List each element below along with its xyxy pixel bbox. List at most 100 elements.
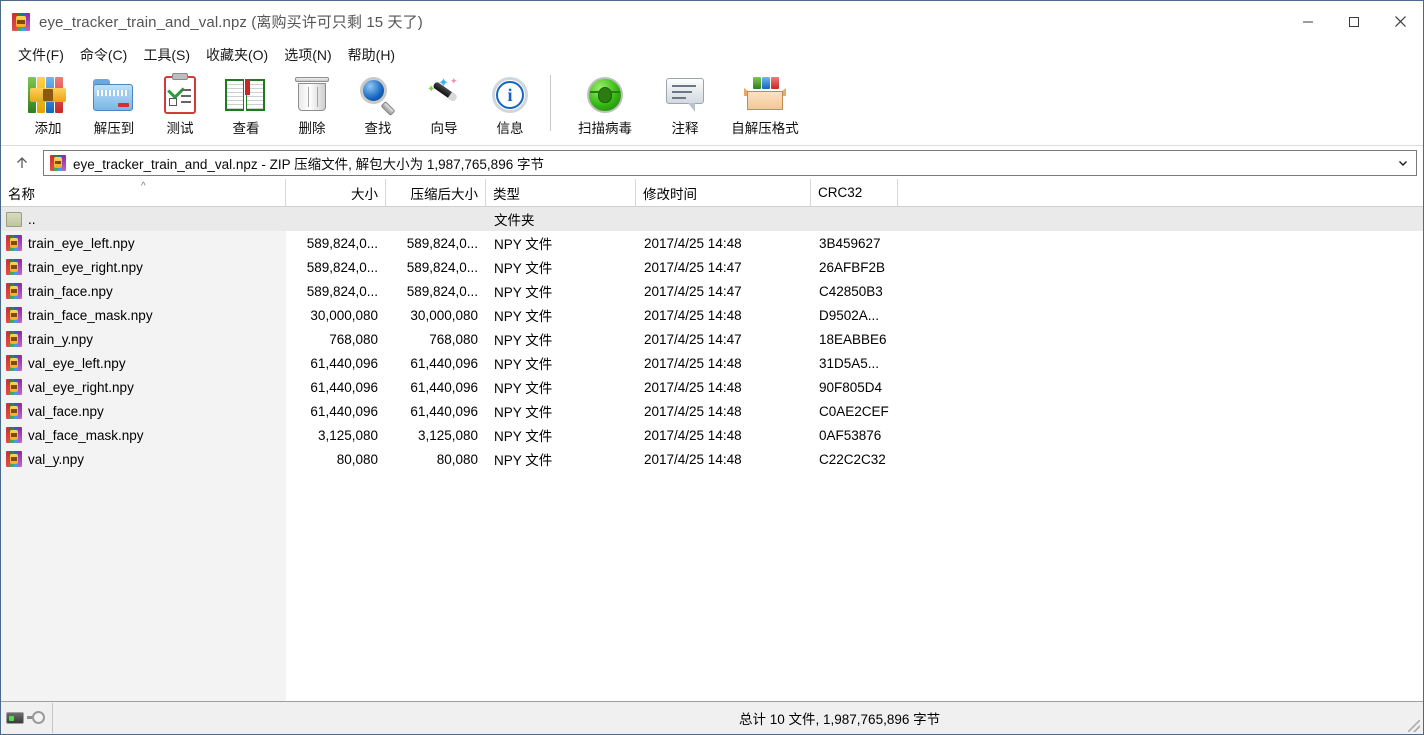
close-button[interactable] (1377, 1, 1423, 42)
toolbar-sfx-button[interactable]: 自解压格式 (718, 69, 812, 141)
menu-tools[interactable]: 工具(S) (135, 42, 198, 69)
file-name: train_face.npy (28, 283, 113, 299)
column-header-modified[interactable]: 修改时间 (636, 179, 811, 206)
cell-type: 文件夹 (494, 213, 535, 228)
cell-crc32: 90F805D4 (819, 379, 883, 395)
cell-crc32: 26AFBF2B (819, 259, 886, 275)
cell-modified: 2017/4/25 14:48 (644, 427, 742, 443)
address-text: eye_tracker_train_and_val.npz - ZIP 压缩文件… (73, 156, 544, 172)
delete-trash-icon (291, 73, 333, 115)
sfx-box-icon (744, 73, 786, 115)
table-row[interactable]: val_face.npy 61,440,096 61,440,096 NPY 文件 20… (1, 399, 1423, 423)
table-row[interactable]: val_face_mask.npy 3,125,080 3,125,080 NPY 文… (1, 423, 1423, 447)
toolbar-comment-button[interactable]: 注释 (652, 69, 718, 141)
key-icon (27, 711, 45, 725)
cell-name: train_eye_left.npy (1, 235, 286, 251)
cell-modified: 2017/4/25 14:47 (644, 283, 742, 299)
npy-file-icon (6, 331, 22, 347)
menu-options[interactable]: 选项(N) (276, 42, 339, 69)
cell-packed: 589,824,0... (406, 235, 478, 251)
chevron-down-icon[interactable] (1390, 151, 1416, 175)
cell-name: train_y.npy (1, 331, 286, 347)
toolbar-test-button[interactable]: 测试 (147, 69, 213, 141)
column-header-name[interactable]: 名称 ^ (1, 179, 286, 206)
table-row[interactable]: train_eye_left.npy 589,824,0... 589,824,0.… (1, 231, 1423, 255)
toolbar-find-button[interactable]: 查找 (345, 69, 411, 141)
cell-packed: 3,125,080 (417, 427, 478, 443)
menu-bar: 文件(F) 命令(C) 工具(S) 收藏夹(O) 选项(N) 帮助(H) (1, 42, 1423, 69)
address-combobox[interactable]: eye_tracker_train_and_val.npz - ZIP 压缩文件… (43, 149, 1417, 176)
cell-type: NPY 文件 (494, 285, 553, 300)
comment-bubble-icon (664, 73, 706, 115)
table-row[interactable]: val_y.npy 80,080 80,080 NPY 文件 2017/4/25 14:… (1, 447, 1423, 471)
winrar-archive-icon (50, 154, 66, 171)
table-row[interactable]: val_eye_left.npy 61,440,096 61,440,096 NPY … (1, 351, 1423, 375)
table-row[interactable]: .. 文件夹 (1, 207, 1423, 231)
toolbar-virus-scan-label: 扫描病毒 (578, 121, 632, 136)
table-row[interactable]: train_face_mask.npy 30,000,080 30,000,080 N… (1, 303, 1423, 327)
file-name: train_face_mask.npy (28, 307, 153, 323)
cell-size: 80,080 (336, 451, 378, 467)
file-name: .. (28, 211, 36, 227)
column-header-packed[interactable]: 压缩后大小 (386, 179, 486, 206)
cell-name: train_face_mask.npy (1, 307, 286, 323)
column-header-crc32[interactable]: CRC32 (811, 179, 898, 206)
toolbar-info-label: 信息 (496, 121, 524, 136)
cell-modified: 2017/4/25 14:48 (644, 403, 742, 419)
test-clipboard-icon (159, 73, 201, 115)
toolbar: 添加 解压到 测试 查看 删除 查找 ✦ ✦ ✦ 向导 i 信息 扫描病毒 注释… (1, 69, 1423, 146)
column-header-packed-label: 压缩后大小 (410, 186, 479, 202)
toolbar-wizard-button[interactable]: ✦ ✦ ✦ 向导 (411, 69, 477, 141)
cell-packed: 80,080 (436, 451, 478, 467)
cell-crc32: 0AF53876 (819, 427, 882, 443)
npy-file-icon (6, 403, 22, 419)
file-list[interactable]: .. 文件夹 train_eye_left.npy 589,824,0... 589,8… (1, 207, 1423, 701)
table-row[interactable]: train_y.npy 768,080 768,080 NPY 文件 2017/4/25… (1, 327, 1423, 351)
cell-size: 3,125,080 (317, 427, 378, 443)
minimize-button[interactable] (1285, 1, 1331, 42)
menu-commands[interactable]: 命令(C) (72, 42, 135, 69)
table-row[interactable]: val_eye_right.npy 61,440,096 61,440,096 NPY… (1, 375, 1423, 399)
column-header-size[interactable]: 大小 (286, 179, 386, 206)
toolbar-test-label: 测试 (166, 121, 194, 136)
arrow-up-icon[interactable] (5, 149, 39, 177)
toolbar-virus-scan-button[interactable]: 扫描病毒 (558, 69, 652, 141)
column-header-type[interactable]: 类型 (486, 179, 636, 206)
wizard-wand-icon: ✦ ✦ ✦ (423, 73, 465, 115)
window-controls (1285, 1, 1423, 42)
toolbar-separator (550, 75, 551, 131)
parent-folder-icon (6, 211, 22, 227)
cell-type: NPY 文件 (494, 405, 553, 420)
menu-help[interactable]: 帮助(H) (340, 42, 403, 69)
npy-file-icon (6, 379, 22, 395)
table-row[interactable]: train_eye_right.npy 589,824,0... 589,824,0… (1, 255, 1423, 279)
cell-packed: 61,440,096 (410, 403, 478, 419)
toolbar-comment-label: 注释 (671, 121, 699, 136)
maximize-button[interactable] (1331, 1, 1377, 42)
column-header-type-label: 类型 (493, 186, 520, 202)
toolbar-view-button[interactable]: 查看 (213, 69, 279, 141)
sort-ascending-icon: ^ (141, 181, 146, 192)
toolbar-delete-button[interactable]: 删除 (279, 69, 345, 141)
cell-size: 61,440,096 (310, 379, 378, 395)
toolbar-info-button[interactable]: i 信息 (477, 69, 543, 141)
toolbar-extract-button[interactable]: 解压到 (81, 69, 147, 141)
virus-scan-bug-icon (584, 73, 626, 115)
npy-file-icon (6, 355, 22, 371)
column-header-crc32-label: CRC32 (818, 185, 863, 200)
npy-file-icon (6, 451, 22, 467)
cell-size: 61,440,096 (310, 355, 378, 371)
menu-file[interactable]: 文件(F) (10, 42, 72, 69)
toolbar-extract-label: 解压到 (93, 121, 135, 136)
file-name: val_face_mask.npy (28, 427, 144, 443)
cell-name: val_face.npy (1, 403, 286, 419)
cell-modified: 2017/4/25 14:48 (644, 451, 742, 467)
toolbar-wizard-label: 向导 (430, 121, 458, 136)
toolbar-add-button[interactable]: 添加 (15, 69, 81, 141)
cell-crc32: C0AE2CEF (819, 403, 889, 419)
cell-name: .. (1, 211, 286, 227)
table-row[interactable]: train_face.npy 589,824,0... 589,824,0... NP… (1, 279, 1423, 303)
resize-grip[interactable] (1408, 720, 1420, 732)
cell-size: 61,440,096 (310, 403, 378, 419)
menu-favorites[interactable]: 收藏夹(O) (198, 42, 276, 69)
